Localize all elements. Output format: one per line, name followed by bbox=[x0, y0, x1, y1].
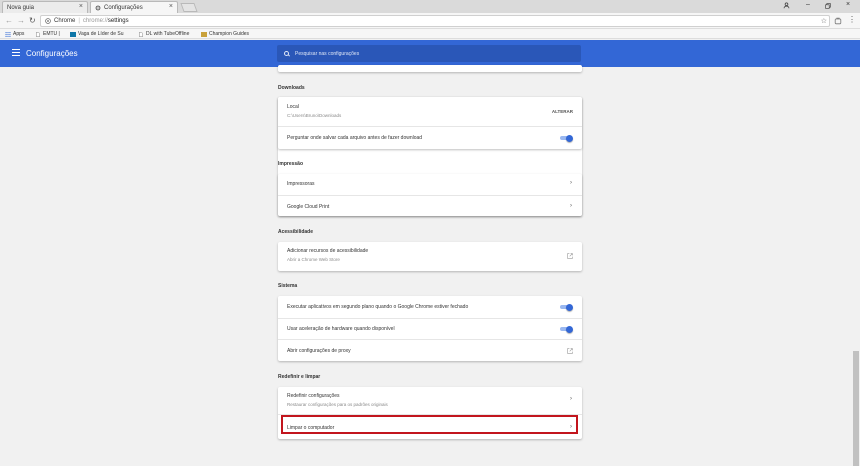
page-title: Configurações bbox=[26, 49, 78, 58]
apps-grid-icon bbox=[5, 31, 11, 37]
folder-icon bbox=[201, 31, 207, 37]
new-tab-button[interactable] bbox=[180, 3, 198, 12]
minimize-icon[interactable]: – bbox=[806, 1, 810, 8]
cloud-print-label: Google Cloud Print bbox=[287, 204, 330, 210]
tab-strip: Nova guia × Configurações × – × bbox=[0, 0, 860, 13]
star-icon[interactable]: ☆ bbox=[821, 17, 827, 25]
add-accessibility-sub: Abrir a Chrome Web Store bbox=[287, 257, 340, 262]
hardware-accel-row[interactable]: Usar aceleração de hardware quando dispo… bbox=[278, 318, 582, 339]
tab-new-tab[interactable]: Nova guia × bbox=[2, 1, 88, 13]
bookmark-label: Apps bbox=[13, 31, 25, 37]
add-accessibility-row[interactable]: Adicionar recursos de acessibilidade Abr… bbox=[278, 242, 582, 271]
hamburger-menu-icon[interactable] bbox=[12, 49, 20, 57]
background-apps-row[interactable]: Executar aplicativos em segundo plano qu… bbox=[278, 296, 582, 318]
ask-where-save-label: Perguntar onde salvar cada arquivo antes… bbox=[287, 135, 423, 141]
chevron-right-icon: › bbox=[570, 203, 572, 209]
printing-card: Impressoras › Google Cloud Print › bbox=[278, 174, 582, 216]
close-icon[interactable]: × bbox=[169, 3, 173, 10]
bookmark-label: EMTU | bbox=[43, 31, 60, 37]
chrome-icon bbox=[45, 18, 51, 24]
proxy-label: Abrir configurações de proxy bbox=[287, 348, 351, 354]
proxy-row[interactable]: Abrir configurações de proxy bbox=[278, 339, 582, 361]
bookmark-champion-guides[interactable]: Champion Guides bbox=[201, 31, 249, 37]
cloud-print-row[interactable]: Google Cloud Print › bbox=[278, 195, 582, 216]
bookmarks-bar: Apps EMTU | Vaga de Líder de Su DL with … bbox=[0, 29, 860, 39]
download-location-label: Local bbox=[287, 104, 299, 110]
hardware-accel-label: Usar aceleração de hardware quando dispo… bbox=[287, 326, 395, 332]
browser-toolbar: ← → ↻ Chrome | chrome:// settings ☆ ⋮ bbox=[0, 13, 860, 29]
linkedin-icon bbox=[70, 31, 76, 37]
section-title-printing: Impressão bbox=[278, 161, 304, 167]
previous-card bbox=[278, 65, 582, 72]
bookmark-label: Vaga de Líder de Su bbox=[78, 31, 124, 37]
bookmark-apps[interactable]: Apps bbox=[5, 31, 24, 37]
menu-dots-icon[interactable]: ⋮ bbox=[848, 15, 856, 24]
section-title-accessibility: Acessibilidade bbox=[278, 229, 314, 235]
forward-icon[interactable]: → bbox=[17, 16, 25, 25]
printers-row[interactable]: Impressoras › bbox=[278, 174, 582, 195]
reset-settings-label: Redefinir configurações bbox=[287, 393, 340, 399]
bookmark-emtu[interactable]: EMTU | bbox=[35, 31, 60, 37]
external-link-icon bbox=[567, 348, 573, 354]
highlight-box bbox=[281, 415, 578, 434]
bookmark-tubeoffline[interactable]: DL with TubeOffline bbox=[138, 31, 189, 37]
bookmark-label: DL with TubeOffline bbox=[146, 31, 190, 37]
background-apps-label: Executar aplicativos em segundo plano qu… bbox=[287, 304, 469, 310]
section-title-system: Sistema bbox=[278, 283, 298, 289]
url-path: settings bbox=[107, 18, 129, 24]
back-icon[interactable]: ← bbox=[5, 16, 13, 25]
ask-where-save-row[interactable]: Perguntar onde salvar cada arquivo antes… bbox=[278, 126, 582, 149]
scrollbar-thumb[interactable] bbox=[853, 351, 859, 466]
settings-search-input[interactable]: Pesquisar nas configurações bbox=[277, 45, 581, 62]
accessibility-card: Adicionar recursos de acessibilidade Abr… bbox=[278, 242, 582, 271]
chevron-right-icon: › bbox=[570, 396, 572, 402]
extension-icon[interactable] bbox=[834, 17, 842, 25]
profile-icon[interactable] bbox=[783, 2, 790, 9]
add-accessibility-label: Adicionar recursos de acessibilidade bbox=[287, 248, 369, 254]
system-card: Executar aplicativos em segundo plano qu… bbox=[278, 296, 582, 361]
restore-icon[interactable] bbox=[825, 3, 831, 9]
reload-icon[interactable]: ↻ bbox=[29, 16, 36, 25]
external-link-icon bbox=[567, 253, 573, 259]
window-close-icon[interactable]: × bbox=[846, 1, 850, 8]
section-title-reset: Redefinir e limpar bbox=[278, 374, 321, 380]
page-scrollbar[interactable] bbox=[852, 67, 860, 466]
reset-settings-sub: Restaurar configurações para os padrões … bbox=[287, 402, 388, 407]
bookmark-label: Champion Guides bbox=[209, 31, 250, 37]
download-location-path: C:\Users\Bruno\Downloads bbox=[287, 113, 342, 118]
hardware-accel-toggle[interactable] bbox=[560, 325, 573, 333]
chevron-right-icon: › bbox=[570, 180, 572, 186]
ask-where-save-toggle[interactable] bbox=[560, 134, 573, 142]
gear-icon bbox=[95, 5, 101, 10]
tab-label: Nova guia bbox=[7, 4, 35, 11]
search-placeholder: Pesquisar nas configurações bbox=[295, 50, 360, 57]
downloads-card-body: Local C:\Users\Bruno\Downloads ALTERAR P… bbox=[278, 97, 582, 149]
background-apps-toggle[interactable] bbox=[560, 303, 573, 311]
url-separator: | bbox=[78, 18, 80, 24]
reset-settings-row[interactable]: Redefinir configurações Restaurar config… bbox=[278, 387, 582, 414]
page-icon bbox=[139, 31, 143, 37]
bookmark-linkedin[interactable]: Vaga de Líder de Su bbox=[70, 31, 124, 37]
address-bar[interactable]: Chrome | chrome:// settings ☆ bbox=[40, 15, 830, 27]
printers-label: Impressoras bbox=[287, 181, 315, 187]
page-icon bbox=[36, 31, 40, 37]
tab-settings[interactable]: Configurações × bbox=[90, 1, 178, 13]
url-scheme: Chrome bbox=[54, 18, 76, 24]
tab-label: Configurações bbox=[104, 4, 143, 11]
search-icon bbox=[284, 51, 289, 56]
close-icon[interactable]: × bbox=[79, 3, 83, 10]
url-host: chrome:// bbox=[82, 18, 108, 24]
download-location-row: Local C:\Users\Bruno\Downloads ALTERAR bbox=[278, 97, 582, 126]
change-location-button[interactable]: ALTERAR bbox=[552, 109, 573, 114]
section-title-downloads: Downloads bbox=[278, 85, 305, 91]
